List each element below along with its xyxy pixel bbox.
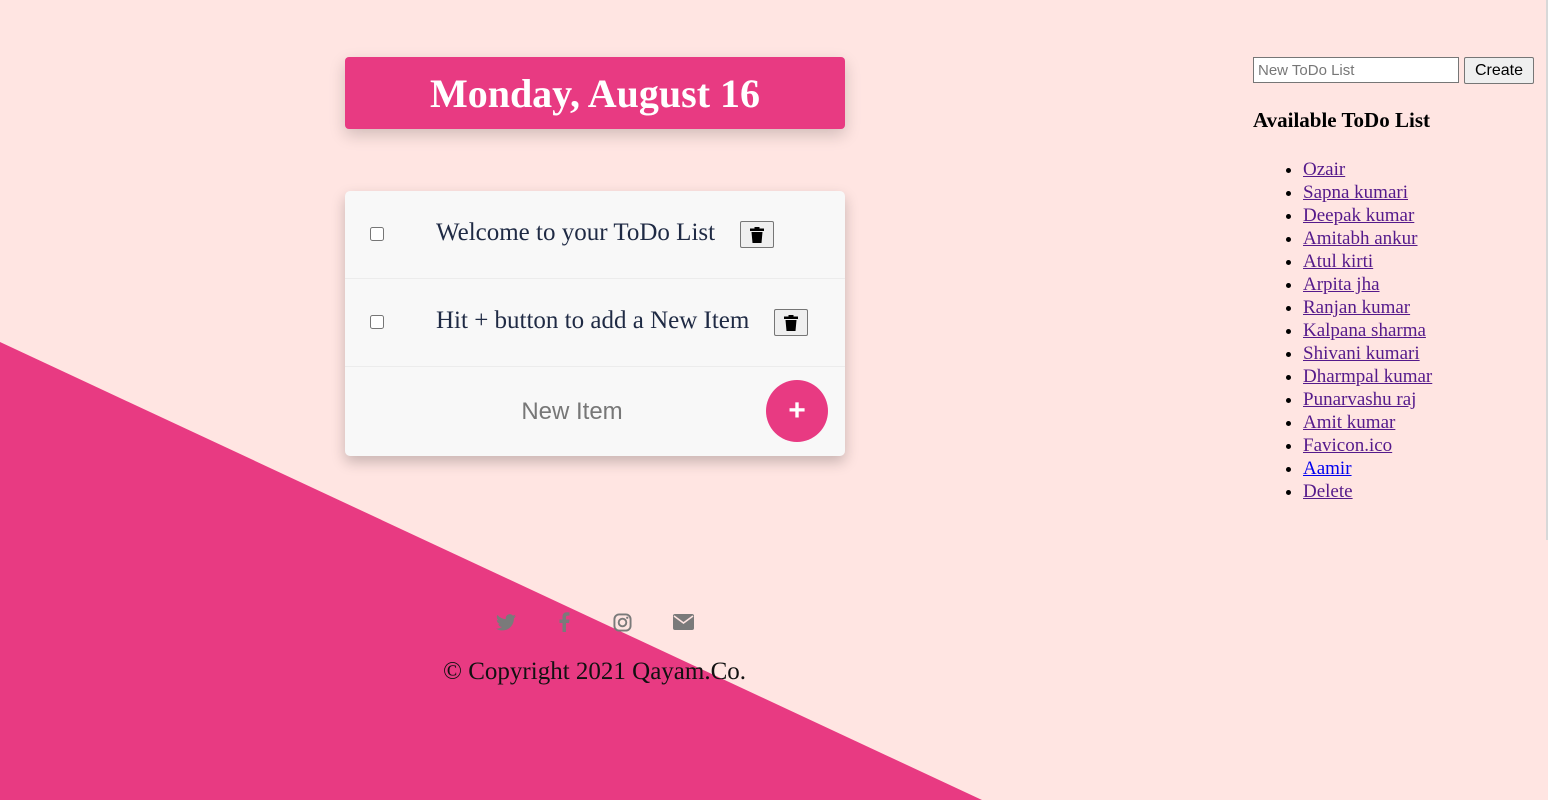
todo-list-link[interactable]: Aamir: [1303, 458, 1352, 479]
list-item: Arpita jha: [1303, 273, 1432, 296]
list-item: Sapna kumari: [1303, 181, 1432, 204]
list-item: Punarvashu raj: [1303, 388, 1432, 411]
todo-list-link[interactable]: Sapna kumari: [1303, 182, 1408, 203]
todo-list-link[interactable]: Punarvashu raj: [1303, 389, 1416, 410]
twitter-icon[interactable]: [494, 610, 518, 634]
todo-item-checkbox[interactable]: [370, 315, 384, 329]
list-item: Amitabh ankur: [1303, 227, 1432, 250]
social-icons: [490, 610, 710, 638]
list-item: Deepak kumar: [1303, 204, 1432, 227]
todo-item-text: Welcome to your ToDo List: [436, 219, 716, 246]
todo-item-text: Hit + button to add a New Item: [436, 307, 750, 334]
todo-item: Hit + button to add a New Item: [345, 279, 845, 367]
date-header: Monday, August 16: [345, 57, 845, 129]
list-item: Kalpana sharma: [1303, 319, 1432, 342]
facebook-icon[interactable]: [552, 610, 576, 634]
list-item: Delete: [1303, 480, 1432, 503]
todo-list-link[interactable]: Delete: [1303, 481, 1353, 502]
available-lists: OzairSapna kumariDeepak kumarAmitabh ank…: [1253, 158, 1432, 503]
trash-icon: [784, 314, 798, 331]
todo-item-checkbox[interactable]: [370, 227, 384, 241]
create-list-button[interactable]: Create: [1464, 57, 1534, 84]
available-lists-heading: Available ToDo List: [1253, 108, 1430, 132]
date-title: Monday, August 16: [429, 70, 761, 116]
todo-list-link[interactable]: Atul kirti: [1303, 251, 1373, 272]
add-item-button[interactable]: +: [766, 380, 828, 442]
todo-list-link[interactable]: Favicon.ico: [1303, 435, 1392, 456]
list-item: Amit kumar: [1303, 411, 1432, 434]
instagram-icon[interactable]: [610, 610, 634, 634]
trash-icon: [750, 226, 764, 243]
todo-item: Welcome to your ToDo List: [345, 191, 845, 279]
list-item: Favicon.ico: [1303, 434, 1432, 457]
new-item-input[interactable]: [445, 393, 699, 431]
todo-list-link[interactable]: Deepak kumar: [1303, 205, 1414, 226]
todo-list-link[interactable]: Shivani kumari: [1303, 343, 1420, 364]
copyright-text: © Copyright 2021 Qayam.Co.: [443, 658, 747, 685]
todo-list-link[interactable]: Dharmpal kumar: [1303, 366, 1432, 387]
new-list-input[interactable]: [1253, 57, 1459, 83]
list-item: Atul kirti: [1303, 250, 1432, 273]
list-item: Ranjan kumar: [1303, 296, 1432, 319]
todo-list-link[interactable]: Amitabh ankur: [1303, 228, 1418, 249]
new-item-row: +: [345, 367, 845, 456]
todo-list-link[interactable]: Kalpana sharma: [1303, 320, 1426, 341]
list-item: Ozair: [1303, 158, 1432, 181]
delete-item-button[interactable]: [740, 221, 774, 248]
todo-list-link[interactable]: Ranjan kumar: [1303, 297, 1410, 318]
list-item: Aamir: [1303, 457, 1432, 480]
todo-list-link[interactable]: Arpita jha: [1303, 274, 1380, 295]
todo-card: Welcome to your ToDo List Hit + button t…: [345, 191, 845, 456]
list-item: Dharmpal kumar: [1303, 365, 1432, 388]
list-item: Shivani kumari: [1303, 342, 1432, 365]
delete-item-button[interactable]: [774, 309, 808, 336]
envelope-icon[interactable]: [671, 610, 695, 634]
todo-list-link[interactable]: Amit kumar: [1303, 412, 1395, 433]
todo-list-link[interactable]: Ozair: [1303, 159, 1345, 180]
